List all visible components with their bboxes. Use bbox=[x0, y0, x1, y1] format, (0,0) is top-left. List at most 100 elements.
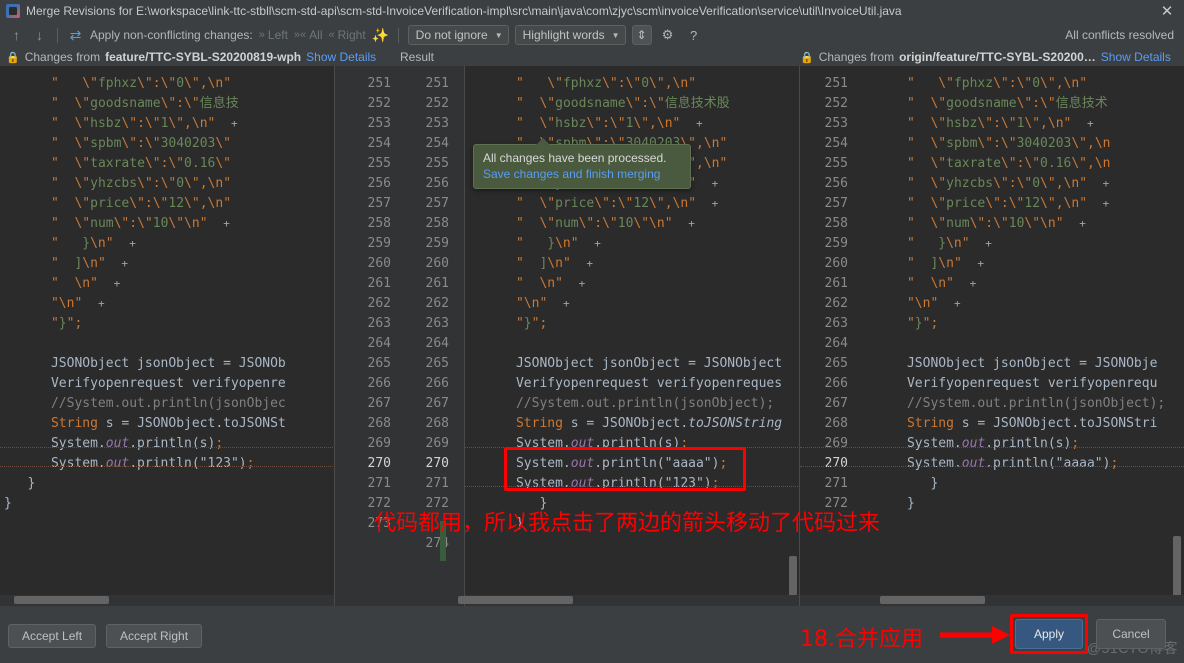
line-number: 252 bbox=[367, 96, 391, 111]
line-number: 269 bbox=[367, 436, 391, 451]
chevron-down-icon: ▼ bbox=[494, 30, 503, 40]
code-line: Verifyopenrequest verifyopenre bbox=[4, 376, 286, 391]
line-number: 268 bbox=[425, 416, 449, 431]
code-line: " \"goodsname\":\"信息技 bbox=[50, 96, 239, 111]
window-title-bar: Merge Revisions for E:\workspace\link-tt… bbox=[0, 0, 1184, 22]
change-stripe bbox=[465, 447, 800, 487]
toolbar-separator-2 bbox=[397, 27, 399, 43]
code-line: " }\n" + bbox=[515, 236, 601, 251]
accept-left-button[interactable]: Accept Left bbox=[8, 624, 97, 648]
left-branch-name: feature/TTC-SYBL-S20200819-wph bbox=[105, 50, 302, 64]
gear-icon[interactable]: ⚙ bbox=[658, 25, 678, 45]
result-pane-horizontal-scrollbar[interactable] bbox=[458, 596, 573, 604]
line-number: 267 bbox=[425, 396, 449, 411]
line-number: 254 bbox=[367, 136, 391, 151]
accept-right-button[interactable]: Accept Right bbox=[106, 624, 203, 648]
previous-difference-icon[interactable]: ↑ bbox=[8, 26, 25, 45]
line-number: 257 bbox=[425, 196, 449, 211]
apply-right-button[interactable]: « Right bbox=[329, 28, 366, 42]
right-show-details-link[interactable]: Show Details bbox=[1101, 50, 1171, 64]
line-number: 256 bbox=[425, 176, 449, 191]
pane-headers: 🔒 Changes from feature/TTC-SYBL-S2020081… bbox=[0, 48, 1184, 66]
line-number: 265 bbox=[367, 356, 391, 371]
line-number: 255 bbox=[824, 156, 848, 171]
line-number: 251 bbox=[367, 76, 391, 91]
line-number: 259 bbox=[824, 236, 848, 251]
line-number: 269 bbox=[425, 436, 449, 451]
code-line: //System.out.println(jsonObject); bbox=[860, 396, 1166, 411]
line-number: 260 bbox=[425, 256, 449, 271]
code-line: " \"yhzcbs\":\"0\",\n" + bbox=[906, 176, 1110, 191]
code-line: " ]\n" + bbox=[50, 256, 129, 271]
apply-all-button[interactable]: »« All bbox=[294, 28, 323, 42]
line-number: 262 bbox=[425, 296, 449, 311]
close-icon[interactable]: ✕ bbox=[1154, 0, 1180, 22]
code-line: } bbox=[4, 496, 12, 511]
line-numbers-right-column: 251 252 253 254 255 256 257 258 259 260 261 262 263 2… bbox=[393, 74, 449, 554]
apply-left-button[interactable]: » Left bbox=[259, 28, 288, 42]
collapse-unchanged-icon[interactable]: ⇕ bbox=[631, 25, 652, 45]
code-line: JSONObject jsonObject = JSONObject bbox=[469, 356, 783, 371]
ignore-policy-value: Do not ignore bbox=[415, 28, 488, 42]
highlight-mode-select[interactable]: Highlight words ▼ bbox=[514, 25, 626, 45]
apply-button[interactable]: Apply bbox=[1015, 619, 1083, 649]
result-pane-vertical-scrollbar[interactable] bbox=[789, 556, 797, 596]
code-line: " \"yhzcbs\":\"0\",\n" bbox=[50, 176, 232, 191]
code-line: "\n" + bbox=[515, 296, 570, 311]
code-line: " ]\n" + bbox=[906, 256, 985, 271]
line-number: 257 bbox=[824, 196, 848, 211]
apply-right-label: Right bbox=[337, 28, 366, 42]
line-number: 264 bbox=[824, 336, 848, 351]
highlight-mode-value: Highlight words bbox=[522, 28, 605, 42]
code-line: "}"; bbox=[906, 316, 939, 331]
code-line: " \"num\":\"10\"\n" + bbox=[50, 216, 230, 231]
ignore-policy-select[interactable]: Do not ignore ▼ bbox=[407, 25, 509, 45]
code-line: "\n" + bbox=[906, 296, 961, 311]
code-line: } bbox=[4, 476, 36, 491]
code-line: Verifyopenrequest verifyopenrequ bbox=[860, 376, 1158, 391]
code-line: " \"price\":\"12\",\n" bbox=[50, 196, 232, 211]
code-line: " \"hsbz\":\"1\",\n" + bbox=[50, 116, 238, 131]
cancel-button[interactable]: Cancel bbox=[1096, 619, 1166, 649]
code-line: " \"hsbz\":\"1\",\n" + bbox=[515, 116, 703, 131]
next-difference-icon[interactable]: ↓ bbox=[31, 26, 48, 45]
line-number: 266 bbox=[367, 376, 391, 391]
save-and-finish-link[interactable]: Save changes and finish merging bbox=[483, 166, 681, 182]
code-line: String s = JSONObject.toJSONSt bbox=[50, 416, 286, 431]
left-show-details-link[interactable]: Show Details bbox=[306, 50, 376, 64]
magic-resolve-icon[interactable]: ✨ bbox=[371, 26, 388, 45]
help-icon[interactable]: ? bbox=[684, 25, 704, 45]
line-number: 255 bbox=[367, 156, 391, 171]
line-number: 251 bbox=[824, 76, 848, 91]
code-line: "\n" + bbox=[50, 296, 105, 311]
line-numbers-left-column: 251 252 253 254 255 256 257 258 259 260 261 262 263 2… bbox=[335, 74, 391, 554]
line-number: 270 bbox=[425, 456, 449, 471]
code-line: " \"spbm\":\"3040203\",\n bbox=[906, 136, 1111, 151]
line-number: 253 bbox=[824, 116, 848, 131]
annotation-text-code: 代码都用，所以我点击了两边的箭头移动了代码过来 bbox=[374, 511, 881, 536]
conflicts-status-label: All conflicts resolved bbox=[1065, 28, 1174, 42]
right-pane-header: 🔒 Changes from origin/feature/TTC-SYBL-S… bbox=[800, 50, 1171, 64]
code-line: String s = JSONObject.toJSONStri bbox=[906, 416, 1158, 431]
left-changes-prefix: Changes from bbox=[24, 50, 101, 64]
line-number bbox=[335, 534, 391, 554]
right-pane-horizontal-scrollbar[interactable] bbox=[880, 596, 985, 604]
change-stripe bbox=[800, 447, 1184, 467]
code-line: } bbox=[860, 476, 939, 491]
right-pane-vertical-scrollbar[interactable] bbox=[1173, 536, 1181, 602]
left-code-pane[interactable]: " \"fphxz\":\"0\",\n" " \"goodsname\":\"… bbox=[0, 66, 335, 606]
line-number: 257 bbox=[367, 196, 391, 211]
code-line: //System.out.println(jsonObject); bbox=[469, 396, 775, 411]
code-line: " \"hsbz\":\"1\",\n" + bbox=[906, 116, 1094, 131]
apply-left-label: Left bbox=[267, 28, 288, 42]
line-number: 271 bbox=[367, 476, 391, 491]
right-branch-name: origin/feature/TTC-SYBL-S20200… bbox=[899, 50, 1096, 64]
code-line: " }\n" + bbox=[50, 236, 136, 251]
apply-non-conflicting-icon[interactable]: ⇄ bbox=[67, 26, 84, 45]
window-title: Merge Revisions for E:\workspace\link-tt… bbox=[26, 4, 902, 18]
line-number: 258 bbox=[425, 216, 449, 231]
left-pane-horizontal-scrollbar[interactable] bbox=[14, 596, 109, 604]
line-number: 267 bbox=[824, 396, 848, 411]
